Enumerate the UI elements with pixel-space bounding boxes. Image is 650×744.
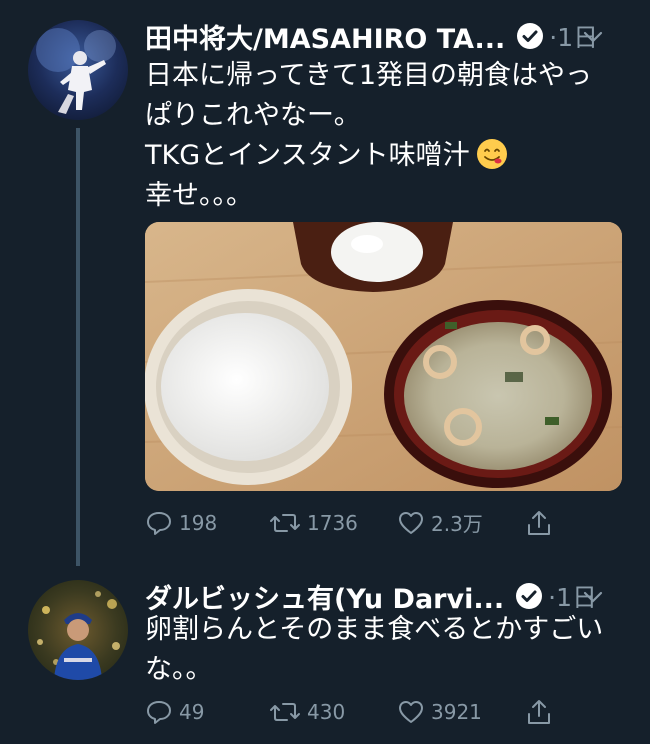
- tweet-actions: 49 430 3921: [145, 698, 553, 726]
- like-button[interactable]: 2.3万: [397, 508, 525, 537]
- tweet-text-line: 日本に帰ってきて1発目の朝食はやっ: [145, 60, 593, 91]
- reply-icon: [147, 511, 171, 535]
- share-icon: [528, 510, 550, 535]
- share-icon: [528, 700, 550, 724]
- thread-line: [76, 128, 80, 566]
- retweet-icon: [270, 513, 300, 532]
- like-count: 2.3万: [431, 512, 483, 536]
- share-button[interactable]: [525, 509, 553, 537]
- tweet-header: ダルビッシュ有(Yu Darvi... ·1日: [145, 578, 630, 615]
- tweet-text-line: 卵割らんとそのまま食べるとかすごい: [145, 614, 604, 645]
- verified-badge-icon: [516, 583, 543, 609]
- tweet-text-line: TKGとインスタント味噌汁: [145, 136, 625, 176]
- reply-count: 49: [179, 700, 205, 724]
- tweet-text-line: な。。: [145, 654, 213, 685]
- like-button[interactable]: 3921: [397, 698, 525, 726]
- reply-icon: [147, 701, 171, 724]
- reply-button[interactable]: 49: [145, 698, 269, 726]
- tweet-text-span: TKGとインスタント味噌汁: [145, 140, 470, 171]
- chevron-down-icon[interactable]: [582, 586, 604, 608]
- retweet-icon: [270, 703, 300, 721]
- tweet-text-line: ぱりこれやなー。: [145, 100, 361, 131]
- tweet-photo[interactable]: [145, 222, 622, 491]
- verified-badge-icon: [517, 23, 544, 49]
- tweet-text: 卵割らんとそのまま食べるとかすごい な。。: [145, 610, 635, 690]
- tweet-2[interactable]: ダルビッシュ有(Yu Darvi... ·1日 卵割らんとそのまま食べるとかすご…: [0, 560, 650, 744]
- heart-icon: [399, 701, 423, 723]
- reply-count: 198: [179, 510, 218, 535]
- avatar-player-image: [37, 591, 120, 680]
- tweet-header: 田中将大/MASAHIRO TA... ·1日: [145, 17, 630, 56]
- retweet-count: 1736: [307, 510, 358, 535]
- tweet-1[interactable]: 田中将大/MASAHIRO TA... ·1日 日本に帰ってきて1発目の朝食はや…: [0, 0, 650, 570]
- reply-button[interactable]: 198: [145, 509, 269, 537]
- heart-icon: [399, 511, 423, 534]
- breakfast-photo-image: [145, 222, 622, 491]
- avatar[interactable]: [28, 580, 128, 680]
- retweet-count: 430: [307, 700, 346, 724]
- retweet-button[interactable]: 1736: [269, 509, 397, 537]
- chevron-down-icon[interactable]: [582, 26, 604, 48]
- avatar-pitcher-image: [36, 28, 116, 114]
- retweet-button[interactable]: 430: [269, 698, 397, 726]
- smiling-face-icon: [476, 139, 507, 169]
- tweet-text-line: 幸せ。。。: [145, 180, 253, 211]
- tweet-actions: 198 1736 2.3万: [145, 508, 553, 537]
- share-button[interactable]: [525, 698, 553, 726]
- like-count: 3921: [431, 700, 482, 724]
- tweet-text: 日本に帰ってきて1発目の朝食はやっ ぱりこれやなー。 TKGとインスタント味噌汁…: [145, 56, 625, 216]
- avatar[interactable]: [28, 20, 128, 120]
- author-name[interactable]: 田中将大/MASAHIRO TA...: [145, 17, 505, 56]
